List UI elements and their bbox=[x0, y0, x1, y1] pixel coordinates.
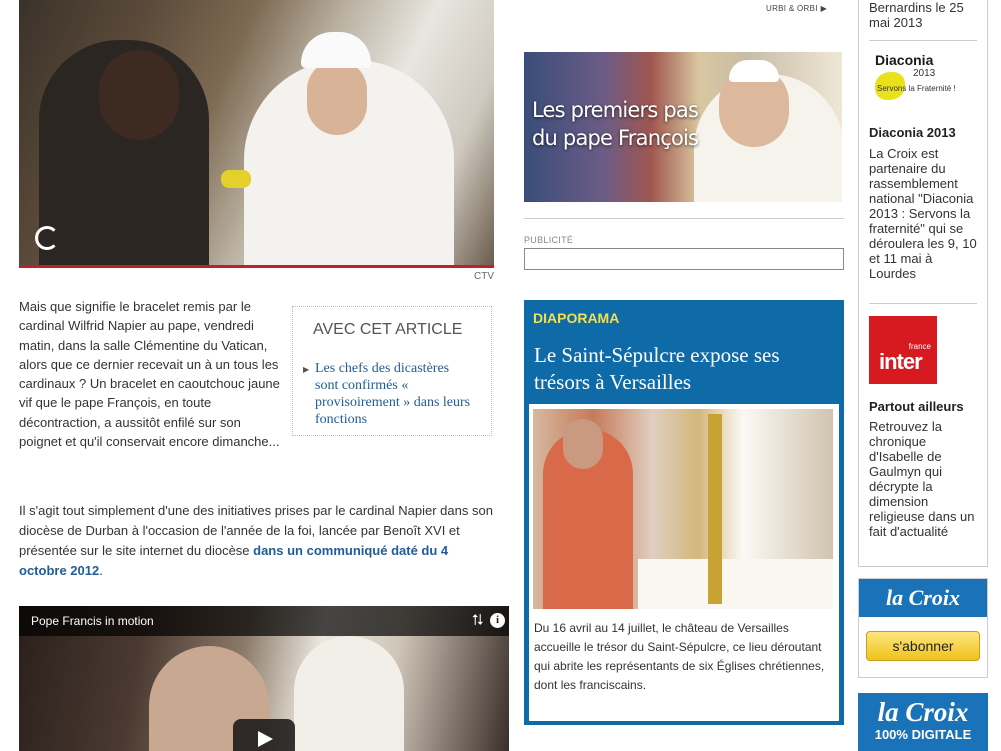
partout-ailleurs-description: Retrouvez la chronique d'Isabelle de Gau… bbox=[869, 419, 975, 539]
divider bbox=[524, 218, 844, 219]
diaporama-caption: Du 16 avril au 14 juillet, le château de… bbox=[534, 621, 825, 692]
video-player[interactable]: Pope Francis in motion ⮁ i bbox=[19, 606, 509, 751]
paragraph-end: . bbox=[99, 563, 103, 578]
related-article-link[interactable]: Les chefs des dicastères sont confirmés … bbox=[315, 360, 475, 428]
subscribe-button[interactable]: s'abonner bbox=[866, 631, 980, 661]
advertising-slot bbox=[524, 248, 844, 270]
related-articles-box: AVEC CET ARTICLE ▶ Les chefs des dicastè… bbox=[292, 306, 492, 436]
diaconia-logo[interactable]: Diaconia 2013 Servons la Fraternité ! bbox=[871, 52, 961, 112]
diaconia-description: La Croix est partenaire du rassemblement… bbox=[869, 146, 977, 281]
pope-face bbox=[307, 60, 367, 135]
pope-banner[interactable]: Les premiers pas du pape François bbox=[524, 52, 842, 202]
share-icon[interactable]: ⮁ bbox=[471, 612, 483, 629]
info-icon[interactable]: i bbox=[490, 613, 505, 628]
play-button[interactable] bbox=[233, 719, 295, 751]
ctv-logo-icon bbox=[35, 226, 59, 250]
la-croix-logo[interactable]: la Croix bbox=[859, 585, 987, 611]
article-paragraph: Mais que signifie le bracelet remis par … bbox=[19, 299, 280, 450]
france-inter-logo[interactable]: france inter bbox=[869, 316, 937, 384]
event-text: Bernardins le 25 mai 2013 bbox=[869, 0, 964, 30]
diaporama-card: Du 16 avril au 14 juillet, le château de… bbox=[529, 404, 839, 721]
banner-title: Les premiers pas du pape François bbox=[532, 98, 699, 150]
triangle-right-icon: ▶ bbox=[820, 4, 828, 13]
digitale-label: 100% DIGITALE bbox=[874, 727, 972, 742]
article-paragraph-2: Il s'agit tout simplement d'une des init… bbox=[19, 501, 499, 581]
subscribe-box: la Croix s'abonner bbox=[858, 578, 988, 678]
diaporama-widget: DIAPORAMA Le Saint-Sépulcre expose ses t… bbox=[524, 300, 844, 725]
photo-credit: CTV bbox=[474, 271, 494, 282]
urbi-orbi-link[interactable]: URBI & ORBI ▶ bbox=[766, 3, 827, 13]
diaporama-title[interactable]: Le Saint-Sépulcre expose ses trésors à V… bbox=[534, 342, 834, 396]
pope-zucchetto bbox=[301, 32, 371, 68]
related-box-title: AVEC CET ARTICLE bbox=[313, 321, 463, 338]
video-title-bar: Pope Francis in motion ⮁ i bbox=[19, 606, 509, 636]
partout-ailleurs-heading[interactable]: Partout ailleurs bbox=[869, 399, 964, 414]
urbi-orbi-label: URBI & ORBI bbox=[766, 4, 818, 13]
video-title: Pope Francis in motion bbox=[31, 614, 154, 628]
diaporama-photo[interactable] bbox=[533, 409, 833, 609]
divider bbox=[869, 303, 977, 304]
bracelet bbox=[221, 170, 251, 188]
la-croix-digitale-promo[interactable]: la Croix 100% DIGITALE bbox=[858, 693, 988, 751]
diaporama-label: DIAPORAMA bbox=[533, 310, 620, 326]
diaconia-heading[interactable]: Diaconia 2013 bbox=[869, 125, 956, 140]
right-sidebar-panel: Bernardins le 25 mai 2013 Diaconia 2013 … bbox=[858, 0, 988, 567]
advertising-label: PUBLICITÉ bbox=[524, 235, 574, 245]
divider bbox=[869, 40, 977, 41]
play-icon bbox=[258, 731, 273, 747]
la-croix-logo: la Croix bbox=[877, 697, 969, 727]
cardinal-figure bbox=[39, 40, 209, 268]
article-photo bbox=[19, 0, 494, 268]
triangle-right-icon: ▶ bbox=[303, 365, 310, 374]
